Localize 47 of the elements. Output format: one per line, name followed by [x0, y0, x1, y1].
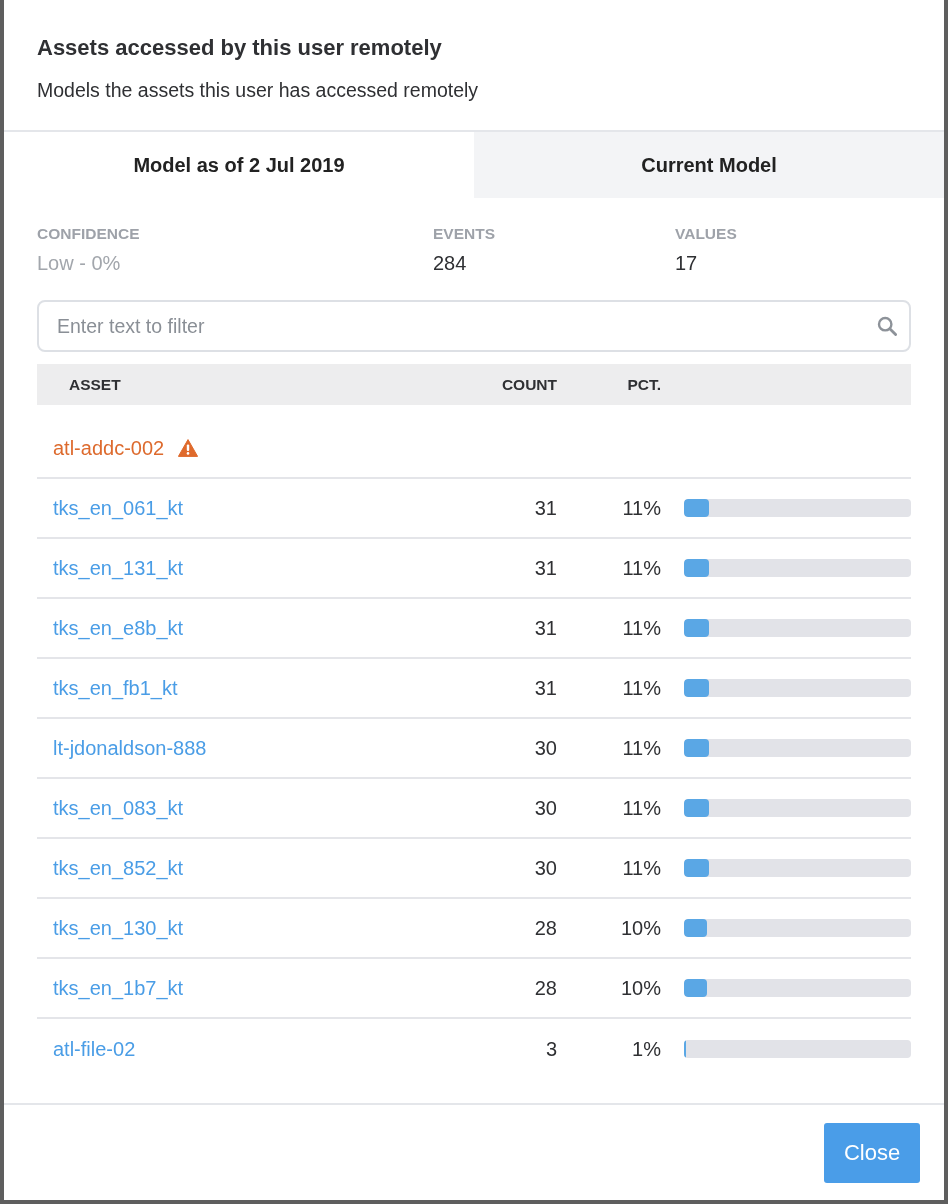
count-cell: 30	[534, 736, 557, 759]
search-icon[interactable]	[877, 316, 897, 336]
count-cell: 3	[545, 1037, 557, 1060]
close-button[interactable]: Close	[824, 1122, 920, 1183]
percent-cell: 11%	[622, 856, 661, 879]
asset-link[interactable]: atl-file-02	[53, 1037, 136, 1061]
asset-link[interactable]: tks_en_1b7_kt	[53, 976, 184, 1000]
count-cell: 30	[534, 856, 557, 879]
asset-link[interactable]: lt-jdonaldson-888	[53, 736, 207, 760]
count-cell: 30	[534, 796, 557, 819]
count-cell: 31	[534, 616, 557, 639]
column-header: COUNT	[501, 375, 557, 394]
stat-value: 17	[675, 251, 698, 276]
stat-value: 284	[433, 251, 467, 276]
percent-cell: 11%	[622, 796, 661, 819]
tab[interactable]: Current Model	[474, 132, 944, 198]
stat-label: VALUES	[675, 224, 737, 244]
stat-label: EVENTS	[433, 224, 495, 244]
percent-cell: 11%	[622, 616, 661, 639]
percent-cell: 11%	[622, 736, 661, 759]
asset-link[interactable]: tks_en_061_kt	[53, 496, 184, 520]
count-cell: 31	[534, 496, 557, 519]
asset-link[interactable]: tks_en_131_kt	[53, 556, 184, 580]
percent-cell: 10%	[620, 976, 661, 999]
percent-cell: 10%	[620, 916, 661, 939]
dialog-title: Assets accessed by this user remotely	[37, 34, 442, 62]
asset-link[interactable]: tks_en_852_kt	[53, 856, 184, 880]
count-cell: 31	[534, 556, 557, 579]
percent-cell: 11%	[622, 496, 661, 519]
stat-label: CONFIDENCE	[37, 224, 140, 244]
asset-link[interactable]: atl-addc-002	[53, 436, 165, 460]
column-header: PCT.	[627, 375, 661, 394]
percent-cell: 1%	[632, 1037, 661, 1060]
asset-link[interactable]: tks_en_e8b_kt	[53, 616, 184, 640]
column-header: ASSET	[68, 375, 121, 394]
asset-link[interactable]: tks_en_083_kt	[53, 796, 184, 820]
warning-icon	[178, 439, 199, 457]
count-cell: 31	[534, 676, 557, 699]
percent-cell: 11%	[622, 676, 661, 699]
asset-link[interactable]: tks_en_130_kt	[53, 916, 184, 940]
count-cell: 28	[534, 976, 557, 999]
filter-field[interactable]: Enter text to filter	[37, 300, 911, 352]
percent-cell: 11%	[622, 556, 661, 579]
stat-value: Low - 0%	[37, 251, 121, 276]
dialog-subtitle: Models the assets this user has accessed remotely	[37, 78, 479, 102]
asset-link[interactable]: tks_en_fb1_kt	[53, 676, 178, 700]
count-cell: 28	[534, 916, 557, 939]
